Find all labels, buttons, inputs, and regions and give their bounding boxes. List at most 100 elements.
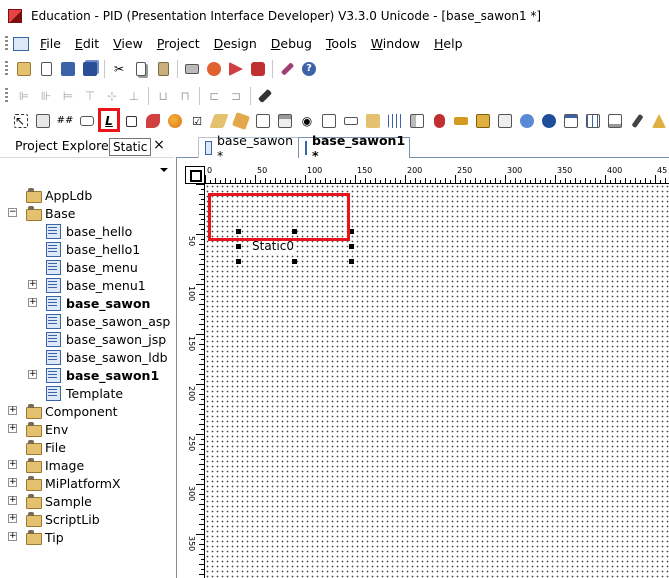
pointer-icon[interactable]: ↖ bbox=[12, 112, 30, 130]
static-text-icon[interactable]: L bbox=[100, 112, 118, 130]
new-file-icon[interactable] bbox=[37, 60, 55, 78]
spin-icon[interactable] bbox=[320, 112, 338, 130]
save-all-icon[interactable] bbox=[81, 60, 99, 78]
run-icon[interactable] bbox=[227, 60, 245, 78]
align-bottom-icon[interactable]: ⊥ bbox=[125, 87, 143, 105]
combo-icon[interactable] bbox=[166, 112, 184, 130]
expand-icon[interactable]: + bbox=[8, 478, 17, 487]
tree-node[interactable]: + base_sawon1 bbox=[28, 366, 159, 384]
tree-node[interactable]: + Sample bbox=[8, 492, 92, 510]
tree-node[interactable]: base_sawon_ldb bbox=[44, 348, 168, 366]
tree-node[interactable]: AppLdb bbox=[24, 186, 92, 204]
progress-icon[interactable] bbox=[452, 112, 470, 130]
expand-icon[interactable]: + bbox=[8, 406, 17, 415]
edit-icon[interactable] bbox=[209, 112, 229, 130]
image-control-icon[interactable] bbox=[650, 112, 668, 130]
tree-node[interactable]: Template bbox=[44, 384, 123, 402]
webbrowser-icon[interactable] bbox=[496, 112, 514, 130]
checkbox-icon[interactable]: ☑ bbox=[188, 112, 206, 130]
space-vert-icon[interactable]: ⊐ bbox=[227, 87, 245, 105]
chevron-down-icon[interactable] bbox=[160, 168, 168, 172]
chart-icon[interactable] bbox=[408, 112, 426, 130]
menubar-grip[interactable] bbox=[5, 35, 8, 52]
resize-handle[interactable] bbox=[349, 259, 354, 264]
tree-node[interactable]: − Base bbox=[8, 204, 75, 222]
tree-node[interactable]: base_hello bbox=[44, 222, 132, 240]
calendar-icon[interactable] bbox=[386, 112, 404, 130]
menu-tools[interactable]: Tools bbox=[319, 34, 364, 54]
help-icon[interactable]: ? bbox=[300, 60, 318, 78]
tree-node[interactable]: File bbox=[24, 438, 66, 456]
tree-node[interactable]: + MiPlatformX bbox=[8, 474, 121, 492]
align-top-icon[interactable]: ⊤ bbox=[81, 87, 99, 105]
tree-node[interactable]: + Tip bbox=[8, 528, 64, 546]
same-width-icon[interactable]: ⊔ bbox=[154, 87, 172, 105]
menu-project[interactable]: Project bbox=[150, 34, 207, 54]
mdi-window-icon[interactable] bbox=[13, 36, 29, 51]
resize-handle[interactable] bbox=[292, 229, 297, 234]
resize-handle[interactable] bbox=[236, 259, 241, 264]
pen-icon[interactable] bbox=[606, 112, 624, 130]
project-explorer-dropdown[interactable] bbox=[0, 158, 174, 182]
menu-window[interactable]: Window bbox=[364, 34, 427, 54]
grid-icon[interactable]: ## bbox=[56, 112, 74, 130]
expand-icon[interactable]: + bbox=[28, 370, 37, 379]
menu-debug[interactable]: Debug bbox=[264, 34, 319, 54]
button-icon[interactable] bbox=[34, 112, 52, 130]
tab-icon[interactable] bbox=[254, 112, 272, 130]
tree-node[interactable]: + base_sawon bbox=[28, 294, 150, 312]
options-icon[interactable] bbox=[278, 60, 296, 78]
expand-icon[interactable]: + bbox=[8, 532, 17, 541]
menu-view[interactable]: View bbox=[106, 34, 150, 54]
copy-icon[interactable] bbox=[132, 60, 150, 78]
expand-icon[interactable]: + bbox=[8, 496, 17, 505]
align-left-icon[interactable]: ⊫ bbox=[15, 87, 33, 105]
shockwave-icon[interactable] bbox=[518, 112, 536, 130]
open-folder-icon[interactable] bbox=[15, 60, 33, 78]
sound-icon[interactable] bbox=[474, 112, 492, 130]
save-icon[interactable] bbox=[59, 60, 77, 78]
table-icon[interactable] bbox=[562, 112, 580, 130]
close-icon[interactable]: × bbox=[152, 137, 166, 153]
menu-edit[interactable]: Edit bbox=[68, 34, 106, 54]
expand-icon[interactable]: + bbox=[28, 280, 37, 289]
same-height-icon[interactable]: ⊓ bbox=[176, 87, 194, 105]
static-control[interactable]: Static0 bbox=[236, 229, 354, 264]
shape-icon[interactable] bbox=[78, 112, 96, 130]
tree-node[interactable]: + Env bbox=[8, 420, 68, 438]
align-right-icon[interactable]: ⊨ bbox=[59, 87, 77, 105]
space-horz-icon[interactable]: ⊏ bbox=[205, 87, 223, 105]
resize-handle[interactable] bbox=[236, 229, 241, 234]
expand-icon[interactable]: + bbox=[8, 460, 17, 469]
tree-node[interactable]: + Image bbox=[8, 456, 84, 474]
tree-node[interactable]: + base_menu1 bbox=[28, 276, 146, 294]
align-center-icon[interactable]: ⊪ bbox=[37, 87, 55, 105]
tree-node[interactable]: + Component bbox=[8, 402, 118, 420]
image-icon[interactable] bbox=[144, 112, 162, 130]
graphic-icon[interactable] bbox=[628, 112, 646, 130]
expand-icon[interactable]: + bbox=[8, 514, 17, 523]
tab-base-sawon1[interactable]: base_sawon1 * bbox=[298, 133, 410, 163]
tree-node[interactable]: base_hello1 bbox=[44, 240, 140, 258]
radio-icon[interactable] bbox=[232, 112, 250, 130]
menu-help[interactable]: Help bbox=[427, 34, 470, 54]
print-icon[interactable] bbox=[183, 60, 201, 78]
tree-node[interactable]: base_menu bbox=[44, 258, 138, 276]
splitter-icon[interactable] bbox=[584, 112, 602, 130]
toolbar-grip[interactable] bbox=[5, 88, 8, 104]
resize-handle[interactable] bbox=[349, 229, 354, 234]
menu-design[interactable]: Design bbox=[207, 34, 264, 54]
paste-icon[interactable] bbox=[154, 60, 172, 78]
design-grid[interactable]: Static0 bbox=[205, 184, 669, 578]
expand-icon[interactable]: + bbox=[28, 298, 37, 307]
tree-node[interactable]: base_sawon_jsp bbox=[44, 330, 166, 348]
pin-icon[interactable] bbox=[256, 87, 274, 105]
rect-icon[interactable] bbox=[122, 112, 140, 130]
toolbar-grip[interactable] bbox=[5, 61, 8, 77]
build-icon[interactable] bbox=[205, 60, 223, 78]
resize-handle[interactable] bbox=[349, 244, 354, 249]
collapse-icon[interactable]: − bbox=[8, 208, 17, 217]
tree-node[interactable]: + ScriptLib bbox=[8, 510, 100, 528]
div-icon[interactable] bbox=[276, 112, 294, 130]
expand-icon[interactable]: + bbox=[8, 424, 17, 433]
